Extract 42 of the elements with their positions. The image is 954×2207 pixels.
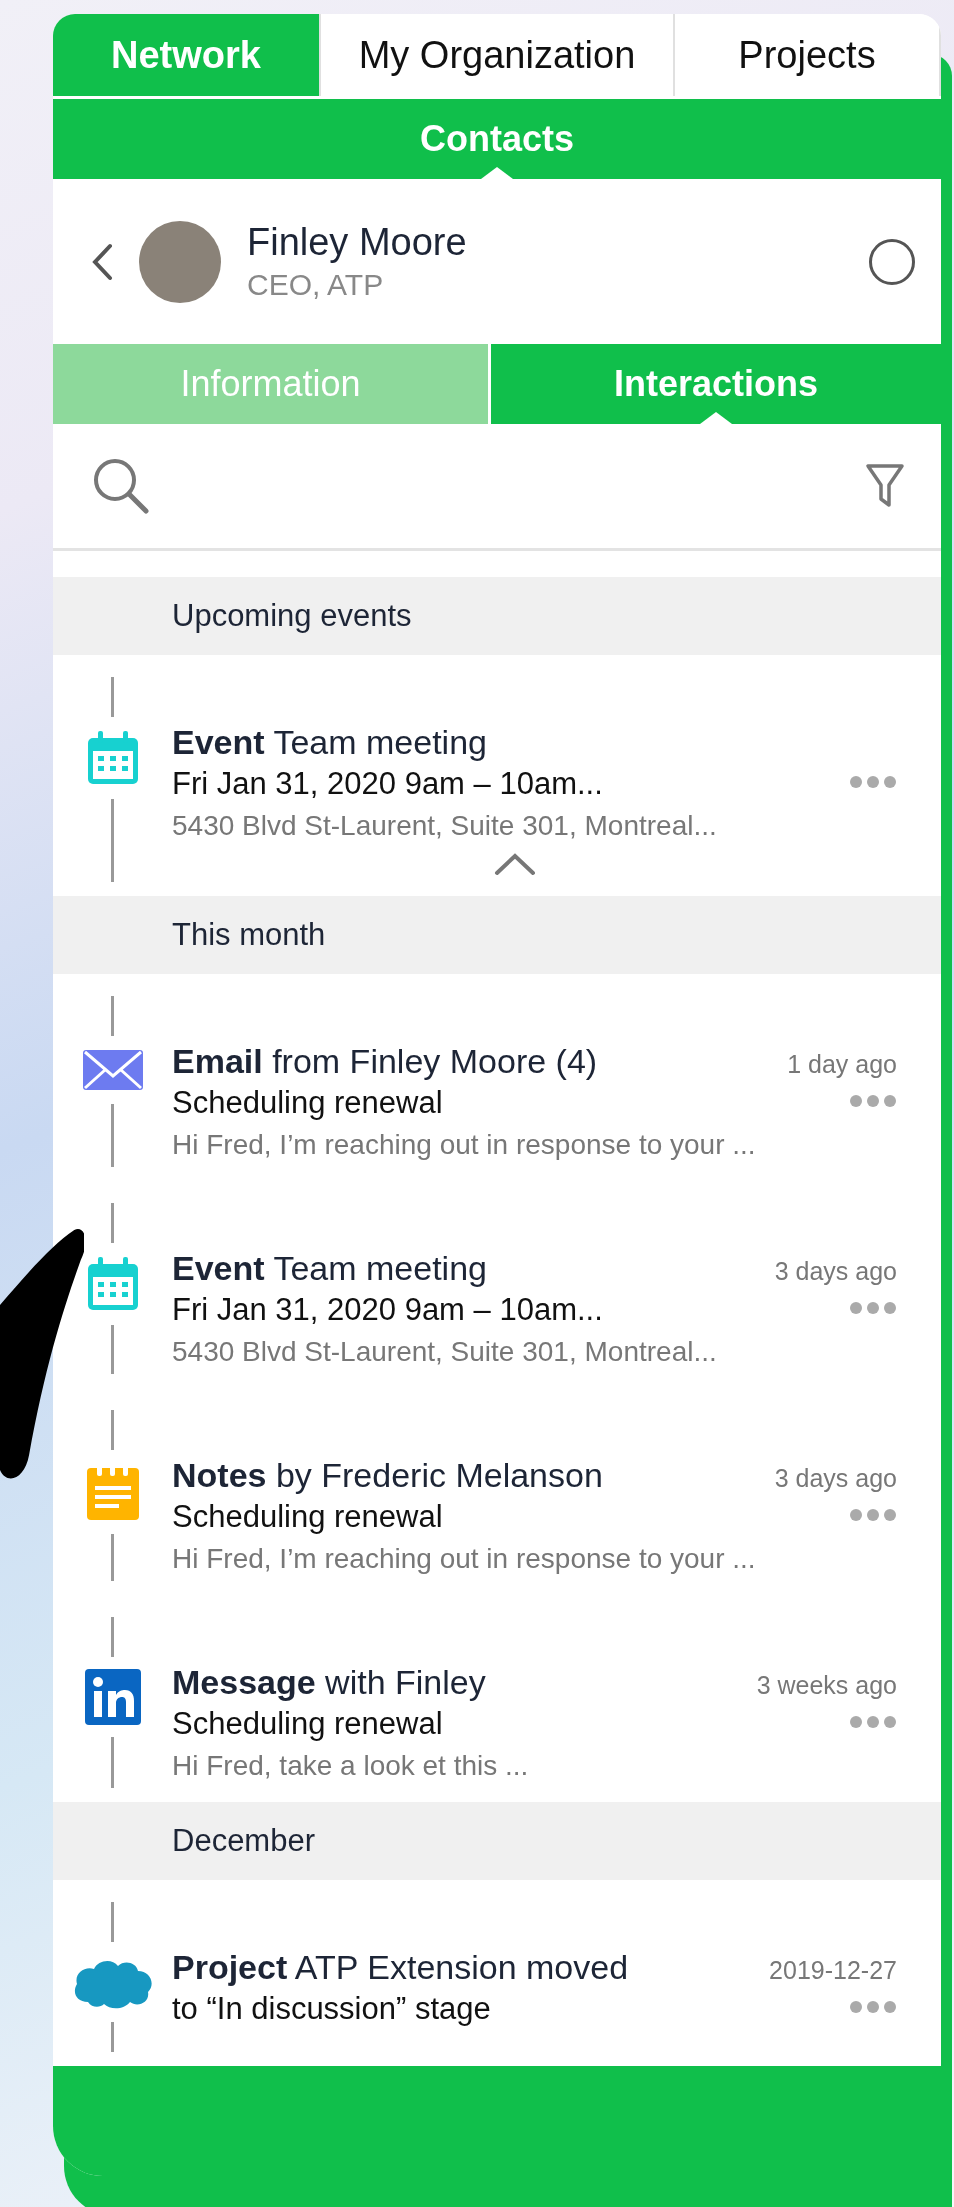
item-subtitle: Scheduling renewal <box>172 1085 443 1121</box>
group-title: Upcoming events <box>172 598 412 634</box>
linkedin-logo-icon <box>84 1669 141 1725</box>
item-preview: 5430 Blvd St-Laurent, Suite 301, Montreal... <box>172 810 718 842</box>
item-subtitle: Fri Jan 31, 2020 9am – 10am... <box>172 766 603 802</box>
item-subtitle: Scheduling renewal <box>172 1499 443 1535</box>
item-subtitle: Scheduling renewal <box>172 1706 443 1742</box>
contact-title: CEO, ATP <box>247 268 385 302</box>
section-title: Contacts <box>420 118 574 160</box>
item-preview: Hi Fred, I’m reaching out in response to your ... <box>172 1543 757 1575</box>
item-subtitle: to “In discussion” stage <box>172 1991 491 2027</box>
item-title[interactable]: Event Team meeting <box>172 723 487 762</box>
item-title[interactable]: Event Team meeting <box>172 1249 487 1288</box>
more-icon[interactable] <box>849 775 897 789</box>
group-title: This month <box>172 917 326 953</box>
envelope-icon <box>80 1048 145 1092</box>
filter-icon[interactable] <box>865 463 905 509</box>
select-radio[interactable] <box>869 238 915 285</box>
search-icon[interactable] <box>91 456 151 516</box>
group-title: December <box>172 1823 315 1859</box>
timestamp: 3 days ago <box>774 1257 897 1286</box>
back-icon[interactable] <box>91 242 113 281</box>
item-preview: Hi Fred, take a look et this ... <box>172 1750 530 1782</box>
timestamp: 3 weeks ago <box>756 1671 897 1700</box>
more-icon[interactable] <box>849 2000 897 2014</box>
item-title[interactable]: Project ATP Extension moved <box>172 1948 629 1987</box>
timestamp: 1 day ago <box>787 1050 897 1079</box>
item-title[interactable]: Message with Finley <box>172 1663 486 1702</box>
more-icon[interactable] <box>849 1301 897 1315</box>
more-icon[interactable] <box>849 1094 897 1108</box>
item-title[interactable]: Email from Finley Moore (4) <box>172 1042 598 1081</box>
item-subtitle: Fri Jan 31, 2020 9am – 10am... <box>172 1292 603 1328</box>
timestamp: 3 days ago <box>774 1464 897 1493</box>
contact-name: Finley Moore <box>247 221 468 264</box>
more-icon[interactable] <box>849 1715 897 1729</box>
timestamp: 2019-12-27 <box>769 1956 897 1985</box>
more-icon[interactable] <box>849 1508 897 1522</box>
item-title[interactable]: Notes by Frederic Melanson <box>172 1456 603 1495</box>
chevron-up-icon[interactable] <box>493 852 536 876</box>
pointer-notch <box>700 412 732 424</box>
item-preview: 5430 Blvd St-Laurent, Suite 301, Montreal... <box>172 1336 718 1368</box>
item-preview: Hi Fred, I’m reaching out in response to your ... <box>172 1129 757 1161</box>
